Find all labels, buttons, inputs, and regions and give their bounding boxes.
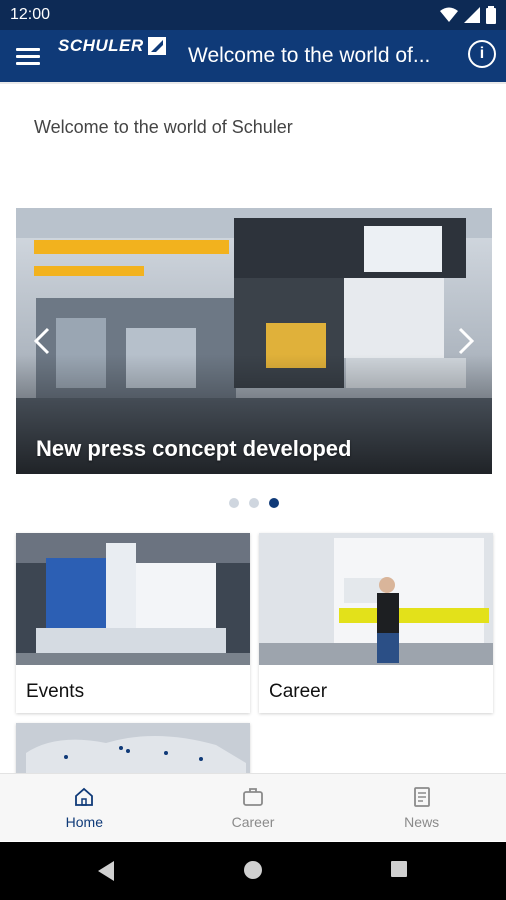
carousel-caption: New press concept developed [36,436,352,461]
events-image [16,533,250,665]
battery-icon [486,6,496,24]
career-label: Career [269,681,328,702]
menu-button[interactable] [14,44,42,68]
status-time: 12:00 [10,6,51,23]
carousel-dot[interactable] [229,498,239,508]
logo-text: SCHULER [58,36,144,55]
events-card[interactable]: Events [16,533,250,713]
carousel-dot[interactable] [249,498,259,508]
menu-icon-bar [16,48,40,51]
wifi-icon [440,7,458,22]
info-icon: i [479,45,485,62]
nav-news[interactable]: News [337,774,506,841]
nav-home[interactable]: Home [0,774,169,841]
page-title: Welcome to the world of... [188,44,431,67]
system-navigation-bar [0,842,506,900]
news-carousel[interactable]: New press concept developed [16,208,492,474]
nav-career-label: Career [231,814,275,830]
carousel-next-icon[interactable] [454,326,478,356]
nav-career[interactable]: Career [169,774,338,841]
app-bar: SCHULER Welcome to the world of... i [0,30,506,82]
info-button[interactable]: i [468,40,496,68]
events-label: Events [26,681,85,702]
home-circle-icon[interactable] [243,860,263,880]
recents-icon[interactable] [390,860,408,878]
home-icon [75,787,94,806]
carousel-prev-icon[interactable] [30,326,54,356]
newspaper-icon [413,787,430,807]
intro-heading: Welcome to the world of Schuler [34,117,293,137]
nav-news-label: News [404,814,440,830]
logo-mark-icon [147,37,166,55]
signal-icon [464,7,480,23]
nav-home-label: Home [65,814,104,830]
carousel-indicators [229,498,279,508]
back-icon[interactable] [96,860,116,882]
divider [0,82,506,84]
briefcase-icon [243,788,263,806]
bottom-navigation: Home Career News [0,773,506,841]
status-bar: 12:00 [0,0,506,30]
carousel-image [16,208,492,474]
career-card[interactable]: Career [259,533,493,713]
menu-icon-bar [16,62,40,65]
status-icons [440,6,496,24]
menu-icon-bar [16,55,40,58]
career-image [259,533,493,665]
carousel-dot-active[interactable] [269,498,279,508]
schuler-logo: SCHULER [58,36,166,56]
